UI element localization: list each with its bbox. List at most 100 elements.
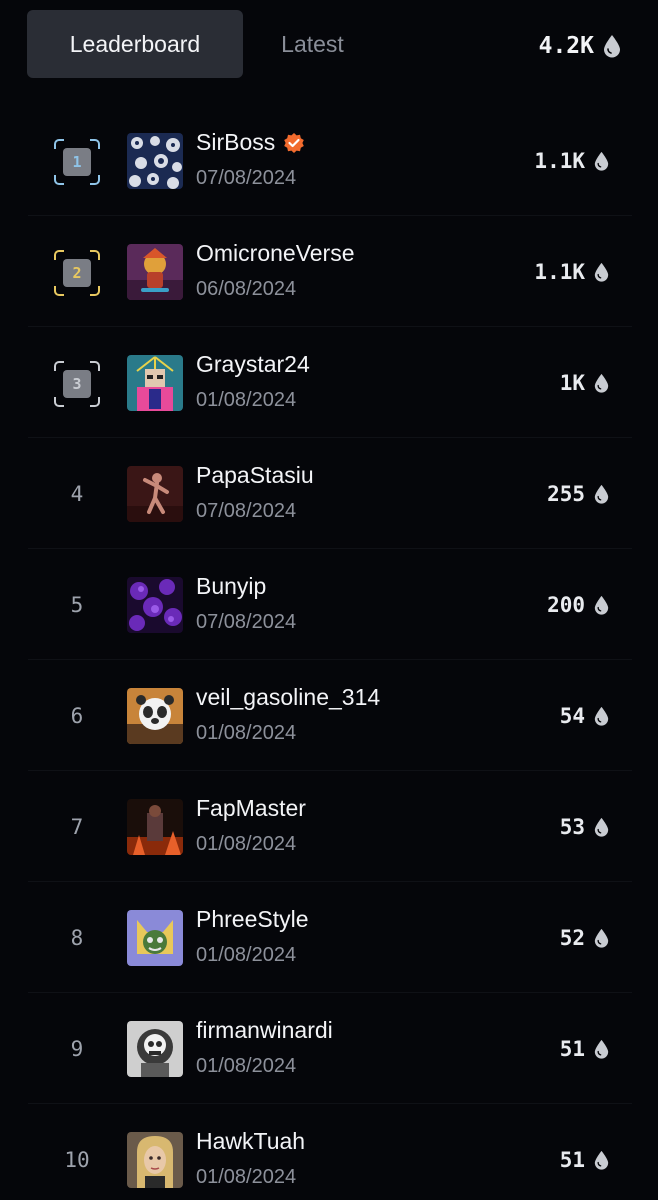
drop-icon [593, 1039, 610, 1059]
drop-icon [593, 1150, 610, 1170]
username-text: firmanwinardi [196, 1017, 333, 1043]
tab-latest[interactable]: Latest [250, 10, 375, 78]
rank-number: 6 [70, 704, 84, 728]
date: 01/08/2024 [196, 1055, 297, 1077]
drop-icon [593, 706, 610, 726]
username-text: SirBoss [196, 129, 276, 155]
leaderboard-row[interactable]: 3 Graystar24 01/08/2024 1K [28, 327, 632, 438]
username-text: HawkTuah [196, 1128, 306, 1154]
username-text: OmicroneVerse [196, 240, 355, 266]
date: 01/08/2024 [196, 1166, 297, 1188]
avatar[interactable] [127, 466, 183, 522]
date: 06/08/2024 [196, 278, 297, 300]
username[interactable]: SirBoss [196, 129, 305, 156]
date: 01/08/2024 [196, 833, 297, 855]
leaderboard-row[interactable]: 6 veil_gasoline_314 01/08/2024 54 [28, 660, 632, 771]
avatar[interactable] [127, 133, 183, 189]
score: 53 [560, 811, 610, 843]
date: 01/08/2024 [196, 389, 297, 411]
drop-icon [593, 151, 610, 171]
leaderboard-row[interactable]: 7 FapMaster 01/08/2024 53 [28, 771, 632, 882]
score-value: 53 [559, 815, 585, 839]
leaderboard-row[interactable]: 10 HawkTuah 01/08/2024 51 [28, 1104, 632, 1200]
username-text: PhreeStyle [196, 906, 309, 932]
username[interactable]: firmanwinardi [196, 1017, 333, 1044]
username[interactable]: PhreeStyle [196, 906, 309, 933]
date: 01/08/2024 [196, 722, 297, 744]
rank-badge: 3 [54, 361, 100, 407]
date: 01/08/2024 [196, 944, 297, 966]
drop-icon [593, 262, 610, 282]
rank-number: 7 [70, 815, 84, 839]
total-score-value: 4.2K [538, 33, 594, 59]
username-text: PapaStasiu [196, 462, 314, 488]
drop-icon [602, 34, 622, 58]
score-value: 1K [559, 371, 585, 395]
username[interactable]: Bunyip [196, 573, 266, 600]
username[interactable]: PapaStasiu [196, 462, 314, 489]
score-value: 200 [547, 593, 585, 617]
leaderboard-row[interactable]: 2 OmicroneVerse 06/08/2024 1.1K [28, 216, 632, 327]
score: 200 [547, 589, 610, 621]
rank-badge: 2 [54, 250, 100, 296]
rank-number: 9 [70, 1037, 84, 1061]
header: Leaderboard Latest 4.2K [0, 0, 658, 90]
score: 1.1K [534, 145, 610, 177]
drop-icon [593, 595, 610, 615]
leaderboard-row[interactable]: 5 Bunyip 07/08/2024 200 [28, 549, 632, 660]
username[interactable]: HawkTuah [196, 1128, 305, 1155]
avatar[interactable] [127, 910, 183, 966]
username-text: FapMaster [196, 795, 306, 821]
drop-icon [593, 484, 610, 504]
score-value: 52 [559, 926, 585, 950]
score-value: 1.1K [534, 149, 585, 173]
rank-number: 2 [63, 259, 91, 287]
drop-icon [593, 817, 610, 837]
score-value: 51 [559, 1148, 585, 1172]
score: 1K [560, 367, 610, 399]
username-text: Graystar24 [196, 351, 310, 377]
username-text: Bunyip [196, 573, 267, 599]
score-value: 54 [559, 704, 585, 728]
score: 1.1K [534, 256, 610, 288]
verified-badge-icon [283, 132, 305, 154]
username-text: veil_gasoline_314 [196, 684, 381, 710]
date: 07/08/2024 [196, 500, 297, 522]
avatar[interactable] [127, 1021, 183, 1077]
rank-badge: 1 [54, 139, 100, 185]
tab-leaderboard[interactable]: Leaderboard [27, 10, 243, 78]
score: 52 [560, 922, 610, 954]
score-value: 1.1K [534, 260, 585, 284]
avatar[interactable] [127, 688, 183, 744]
leaderboard-row[interactable]: 8 PhreeStyle 01/08/2024 52 [28, 882, 632, 993]
score-value: 255 [547, 482, 585, 506]
avatar[interactable] [127, 577, 183, 633]
avatar[interactable] [127, 1132, 183, 1188]
username[interactable]: Graystar24 [196, 351, 310, 378]
leaderboard-row[interactable]: 9 firmanwinardi 01/08/2024 51 [28, 993, 632, 1104]
date: 07/08/2024 [196, 611, 297, 633]
username[interactable]: veil_gasoline_314 [196, 684, 380, 711]
username[interactable]: OmicroneVerse [196, 240, 355, 267]
score: 255 [547, 478, 610, 510]
rank-number: 4 [70, 482, 84, 506]
date: 07/08/2024 [196, 167, 297, 189]
rank-number: 8 [70, 926, 84, 950]
avatar[interactable] [127, 244, 183, 300]
leaderboard-row[interactable]: 1 SirBoss 07/08/2024 1.1K [28, 105, 632, 216]
rank-number: 1 [63, 148, 91, 176]
score-value: 51 [559, 1037, 585, 1061]
username[interactable]: FapMaster [196, 795, 306, 822]
drop-icon [593, 928, 610, 948]
score: 51 [560, 1144, 610, 1176]
drop-icon [593, 373, 610, 393]
score: 51 [560, 1033, 610, 1065]
avatar[interactable] [127, 799, 183, 855]
avatar[interactable] [127, 355, 183, 411]
rank-number: 5 [70, 593, 84, 617]
leaderboard-row[interactable]: 4 PapaStasiu 07/08/2024 255 [28, 438, 632, 549]
rank-number: 10 [64, 1148, 90, 1172]
total-score: 4.2K [539, 28, 622, 64]
rank-number: 3 [63, 370, 91, 398]
score: 54 [560, 700, 610, 732]
